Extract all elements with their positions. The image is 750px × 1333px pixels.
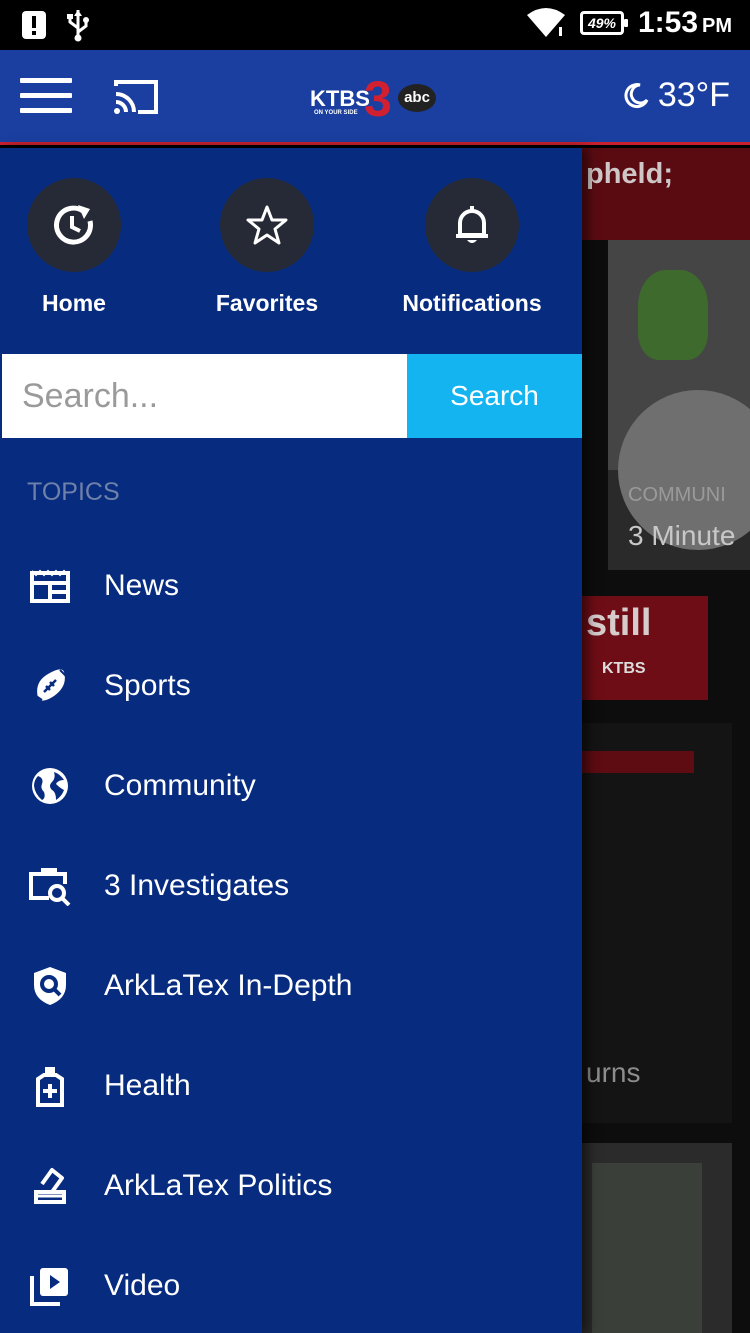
station-logo[interactable]: KTBS ON YOUR SIDE 3 abc: [310, 72, 440, 126]
briefcase-search-icon: [28, 864, 72, 908]
ad-banner: still KTBS: [582, 596, 708, 700]
wifi-icon: [526, 8, 565, 37]
story-title: 3 Minute: [628, 520, 736, 551]
quick-actions: Home Favorites Notifications: [0, 178, 582, 328]
topics-list: News Sports Community 3 Investigates Ark…: [0, 536, 582, 1333]
background-feed: pheld; COMMUNI 3 Minute still KTBS urns: [582, 148, 750, 1333]
shield-search-icon: [28, 964, 72, 1008]
topic-item-news[interactable]: News: [0, 536, 582, 636]
story-image: [608, 240, 750, 550]
ballot-vote-icon: [28, 1164, 72, 1208]
search-button[interactable]: Search: [407, 354, 582, 438]
search-input[interactable]: [2, 354, 407, 438]
cast-icon[interactable]: [112, 78, 160, 116]
video-card: urns: [582, 723, 732, 1123]
navigation-drawer: Home Favorites Notifications Search... S…: [0, 148, 582, 1333]
globe-icon: [28, 764, 72, 808]
topic-item-arklatex-in-depth[interactable]: ArkLaTex In-Depth: [0, 936, 582, 1036]
battery-indicator: 49%: [579, 11, 628, 35]
topic-item-3-investigates[interactable]: 3 Investigates: [0, 836, 582, 936]
bell-icon: [456, 206, 488, 243]
topic-item-sports[interactable]: Sports: [0, 636, 582, 736]
home-button[interactable]: Home: [0, 178, 164, 317]
breaking-banner: pheld;: [582, 148, 750, 240]
topic-item-health[interactable]: Health: [0, 1036, 582, 1136]
app-bar: KTBS ON YOUR SIDE 3 abc 33°F: [0, 50, 750, 145]
weather-widget[interactable]: 33°F: [622, 76, 730, 115]
status-bar: 49% 1:53 PM: [0, 0, 750, 50]
star-icon: [246, 205, 288, 245]
search-bar: Search: [2, 354, 582, 438]
menu-icon[interactable]: [20, 78, 72, 116]
football-icon: [28, 664, 72, 708]
story-category: COMMUNI: [628, 484, 726, 506]
alert-notification-icon: [22, 11, 46, 39]
topic-item-video[interactable]: Video: [0, 1236, 582, 1333]
clock: 1:53 PM: [637, 6, 732, 39]
topic-item-arklatex-politics[interactable]: ArkLaTex Politics: [0, 1136, 582, 1236]
story-card: COMMUNI 3 Minute: [608, 240, 750, 570]
moon-icon: [624, 82, 649, 108]
medicine-bottle-icon: [28, 1064, 72, 1108]
refresh-clock-icon: [54, 205, 93, 245]
topics-header: TOPICS: [27, 478, 120, 506]
favorites-button[interactable]: Favorites: [177, 178, 357, 317]
topic-item-community[interactable]: Community: [0, 736, 582, 836]
video-library-icon: [28, 1264, 72, 1308]
temperature: 33°F: [657, 76, 730, 114]
notifications-button[interactable]: Notifications: [382, 178, 562, 317]
usb-icon: [67, 10, 89, 42]
newspaper-icon: [28, 564, 72, 608]
story-card-image: [582, 1143, 732, 1333]
